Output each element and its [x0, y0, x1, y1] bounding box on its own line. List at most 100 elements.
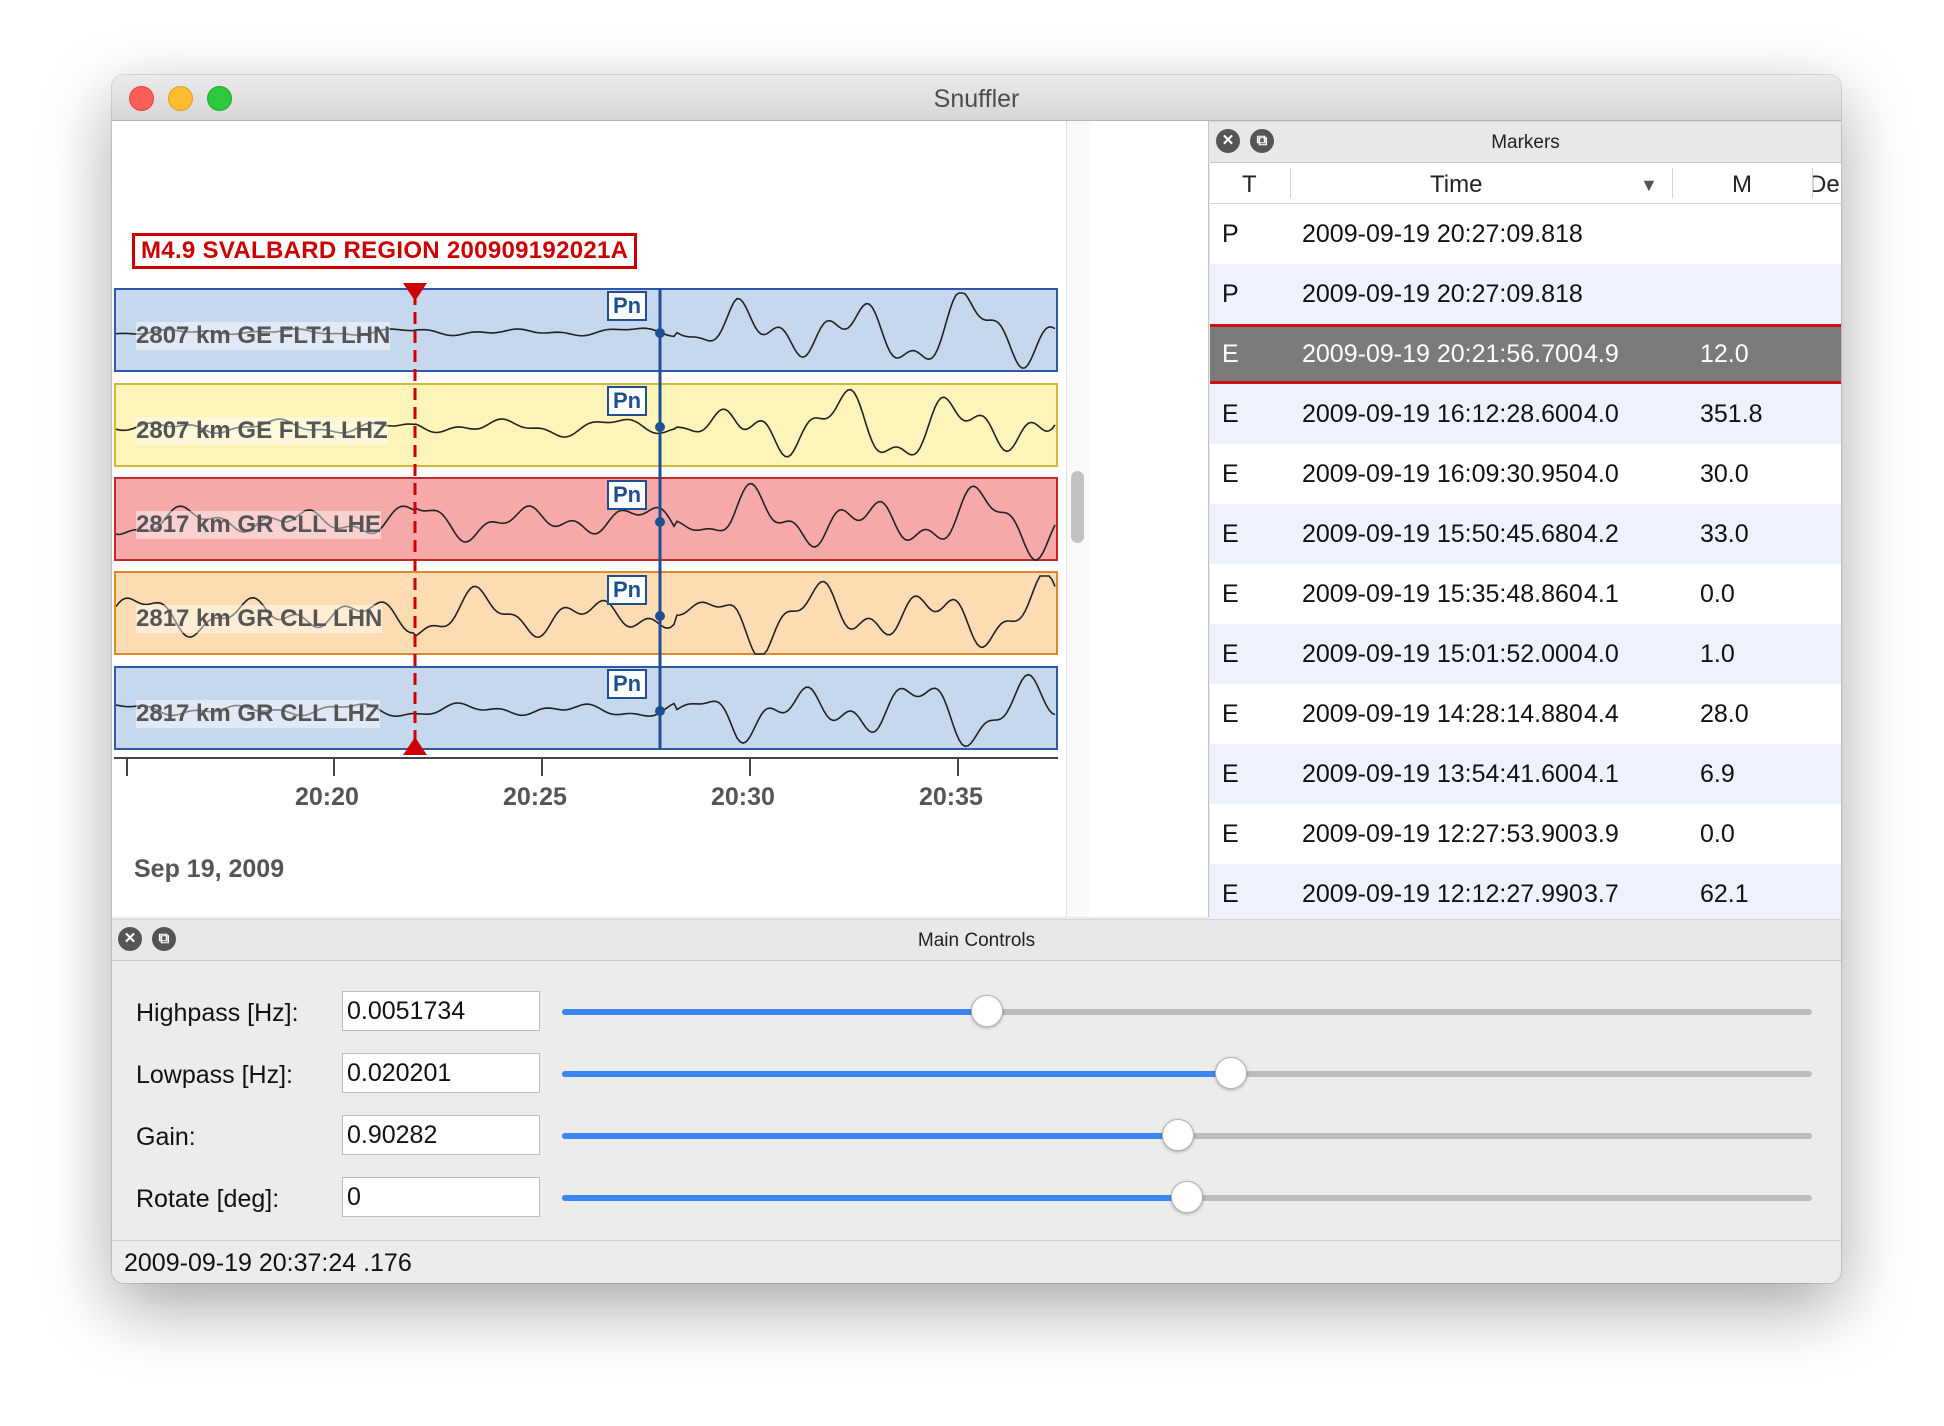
time-tick-label: 20:35 [919, 783, 983, 811]
marker-depth: 33.0 [1700, 520, 1749, 548]
marker-row[interactable]: E 2009-09-19 20:21:56.700 4.9 12.0 [1210, 324, 1841, 384]
rotate-slider[interactable] [562, 1181, 1812, 1213]
marker-magnitude: 4.0 [1584, 400, 1619, 428]
marker-row[interactable]: P 2009-09-19 20:27:09.818 [1210, 204, 1841, 264]
marker-depth: 30.0 [1700, 460, 1749, 488]
window-title: Snuffler [933, 85, 1020, 113]
marker-row[interactable]: P 2009-09-19 20:27:09.818 [1210, 264, 1841, 324]
marker-time: 2009-09-19 20:27:09.818 [1302, 280, 1583, 308]
markers-table: T Time ▼ M Depth [km] P 2009-09-19 20:27:… [1210, 163, 1841, 924]
marker-magnitude: 4.1 [1584, 760, 1619, 788]
marker-type: E [1222, 520, 1239, 548]
main-controls-panel: ✕ ⧉ Main Controls Highpass [Hz]: Lowpass… [112, 919, 1841, 1283]
marker-type: E [1222, 700, 1239, 728]
column-header-m[interactable]: M [1732, 171, 1752, 199]
marker-type: E [1222, 880, 1239, 908]
marker-type: E [1222, 400, 1239, 428]
markers-panel: ✕ ⧉ Markers T Time ▼ M Depth [km] P 2009-… [1210, 121, 1841, 924]
rotate-label: Rotate [deg]: [136, 1185, 280, 1213]
status-bar: 2009-09-19 20:37:24 .176 [112, 1240, 1841, 1283]
marker-type: E [1222, 760, 1239, 788]
highpass-input[interactable] [342, 991, 540, 1031]
marker-type: E [1222, 340, 1239, 368]
slider-handle[interactable] [1162, 1119, 1195, 1151]
status-time: 2009-09-19 20:37:24 .176 [124, 1249, 412, 1277]
marker-depth: 0.0 [1700, 580, 1735, 608]
marker-magnitude: 4.0 [1584, 460, 1619, 488]
gain-slider[interactable] [562, 1119, 1812, 1151]
marker-time: 2009-09-19 15:01:52.000 [1302, 640, 1583, 668]
rotate-input[interactable] [342, 1177, 540, 1217]
marker-magnitude: 4.0 [1584, 640, 1619, 668]
date-label: Sep 19, 2009 [134, 855, 285, 883]
table-header: T Time ▼ M Depth [km] [1210, 163, 1841, 204]
marker-time: 2009-09-19 14:28:14.880 [1302, 700, 1583, 728]
marker-time: 2009-09-19 16:09:30.950 [1302, 460, 1583, 488]
marker-depth: 0.0 [1700, 820, 1735, 848]
marker-time: 2009-09-19 12:12:27.990 [1302, 880, 1583, 908]
rotate-control: Rotate [deg]: [112, 1173, 1841, 1225]
markers-rows: P 2009-09-19 20:27:09.818 P 2009-09-19 20:2… [1210, 204, 1841, 924]
column-header-time[interactable]: Time [1430, 171, 1482, 199]
marker-depth: 6.9 [1700, 760, 1735, 788]
marker-row[interactable]: E 2009-09-19 15:35:48.860 4.1 0.0 [1210, 564, 1841, 624]
marker-row[interactable]: E 2009-09-19 15:50:45.680 4.2 33.0 [1210, 504, 1841, 564]
marker-type: P [1222, 220, 1239, 248]
sort-descending-icon[interactable]: ▼ [1640, 175, 1658, 196]
column-header-t[interactable]: T [1242, 171, 1257, 199]
marker-magnitude: 3.9 [1584, 820, 1619, 848]
marker-time: 2009-09-19 16:12:28.600 [1302, 400, 1583, 428]
slider-handle[interactable] [1214, 1057, 1247, 1089]
marker-row[interactable]: E 2009-09-19 16:09:30.950 4.0 30.0 [1210, 444, 1841, 504]
marker-row[interactable]: E 2009-09-19 12:12:27.990 3.7 62.1 [1210, 864, 1841, 924]
time-tick-label: 20:30 [711, 783, 775, 811]
main-controls-header: ✕ ⧉ Main Controls [112, 919, 1841, 961]
marker-row[interactable]: E 2009-09-19 12:27:53.900 3.9 0.0 [1210, 804, 1841, 864]
gain-control: Gain: [112, 1111, 1841, 1163]
column-header-depth[interactable]: Depth [km] [1813, 171, 1841, 199]
marker-time: 2009-09-19 20:27:09.818 [1302, 220, 1583, 248]
highpass-label: Highpass [Hz]: [136, 999, 299, 1027]
lowpass-control: Lowpass [Hz]: [112, 1049, 1841, 1101]
marker-depth: 1.0 [1700, 640, 1735, 668]
marker-time: 2009-09-19 12:27:53.900 [1302, 820, 1583, 848]
marker-time: 2009-09-19 13:54:41.600 [1302, 760, 1583, 788]
marker-time: 2009-09-19 15:35:48.860 [1302, 580, 1583, 608]
marker-row[interactable]: E 2009-09-19 13:54:41.600 4.1 6.9 [1210, 744, 1841, 804]
marker-depth: 12.0 [1700, 340, 1749, 368]
marker-magnitude: 4.2 [1584, 520, 1619, 548]
highpass-slider[interactable] [562, 995, 1812, 1027]
marker-row[interactable]: E 2009-09-19 15:01:52.000 4.0 1.0 [1210, 624, 1841, 684]
marker-magnitude: 4.9 [1584, 340, 1619, 368]
marker-type: P [1222, 280, 1239, 308]
marker-depth: 62.1 [1700, 880, 1749, 908]
snuffler-window: Snuffler M4.9 SVALBARD REGION 2009091920… [112, 75, 1841, 1283]
gain-input[interactable] [342, 1115, 540, 1155]
marker-magnitude: 4.1 [1584, 580, 1619, 608]
marker-time: 2009-09-19 20:21:56.700 [1302, 340, 1583, 368]
scrollbar-thumb[interactable] [1071, 471, 1084, 543]
time-tick-label: 20:25 [503, 783, 567, 811]
marker-depth: 28.0 [1700, 700, 1749, 728]
marker-magnitude: 3.7 [1584, 880, 1619, 908]
marker-type: E [1222, 820, 1239, 848]
main-controls-title: Main Controls [917, 930, 1036, 951]
trace-view[interactable]: M4.9 SVALBARD REGION 200909192021A 2807 … [112, 121, 1209, 917]
lowpass-slider[interactable] [562, 1057, 1812, 1089]
marker-depth: 351.8 [1700, 400, 1763, 428]
slider-handle[interactable] [971, 995, 1003, 1027]
gain-label: Gain: [136, 1123, 196, 1151]
lowpass-label: Lowpass [Hz]: [136, 1061, 294, 1089]
time-tick-label: 20:20 [295, 783, 359, 811]
marker-time: 2009-09-19 15:50:45.680 [1302, 520, 1583, 548]
marker-type: E [1222, 460, 1239, 488]
lowpass-input[interactable] [342, 1053, 540, 1093]
highpass-control: Highpass [Hz]: [112, 987, 1841, 1039]
marker-row[interactable]: E 2009-09-19 16:12:28.600 4.0 351.8 [1210, 384, 1841, 444]
title-bar: Snuffler [112, 75, 1841, 121]
marker-row[interactable]: E 2009-09-19 14:28:14.880 4.4 28.0 [1210, 684, 1841, 744]
markers-panel-title: Markers [1491, 132, 1560, 153]
slider-handle[interactable] [1171, 1181, 1203, 1213]
trace-scrollbar[interactable] [1066, 121, 1089, 917]
marker-type: E [1222, 580, 1239, 608]
